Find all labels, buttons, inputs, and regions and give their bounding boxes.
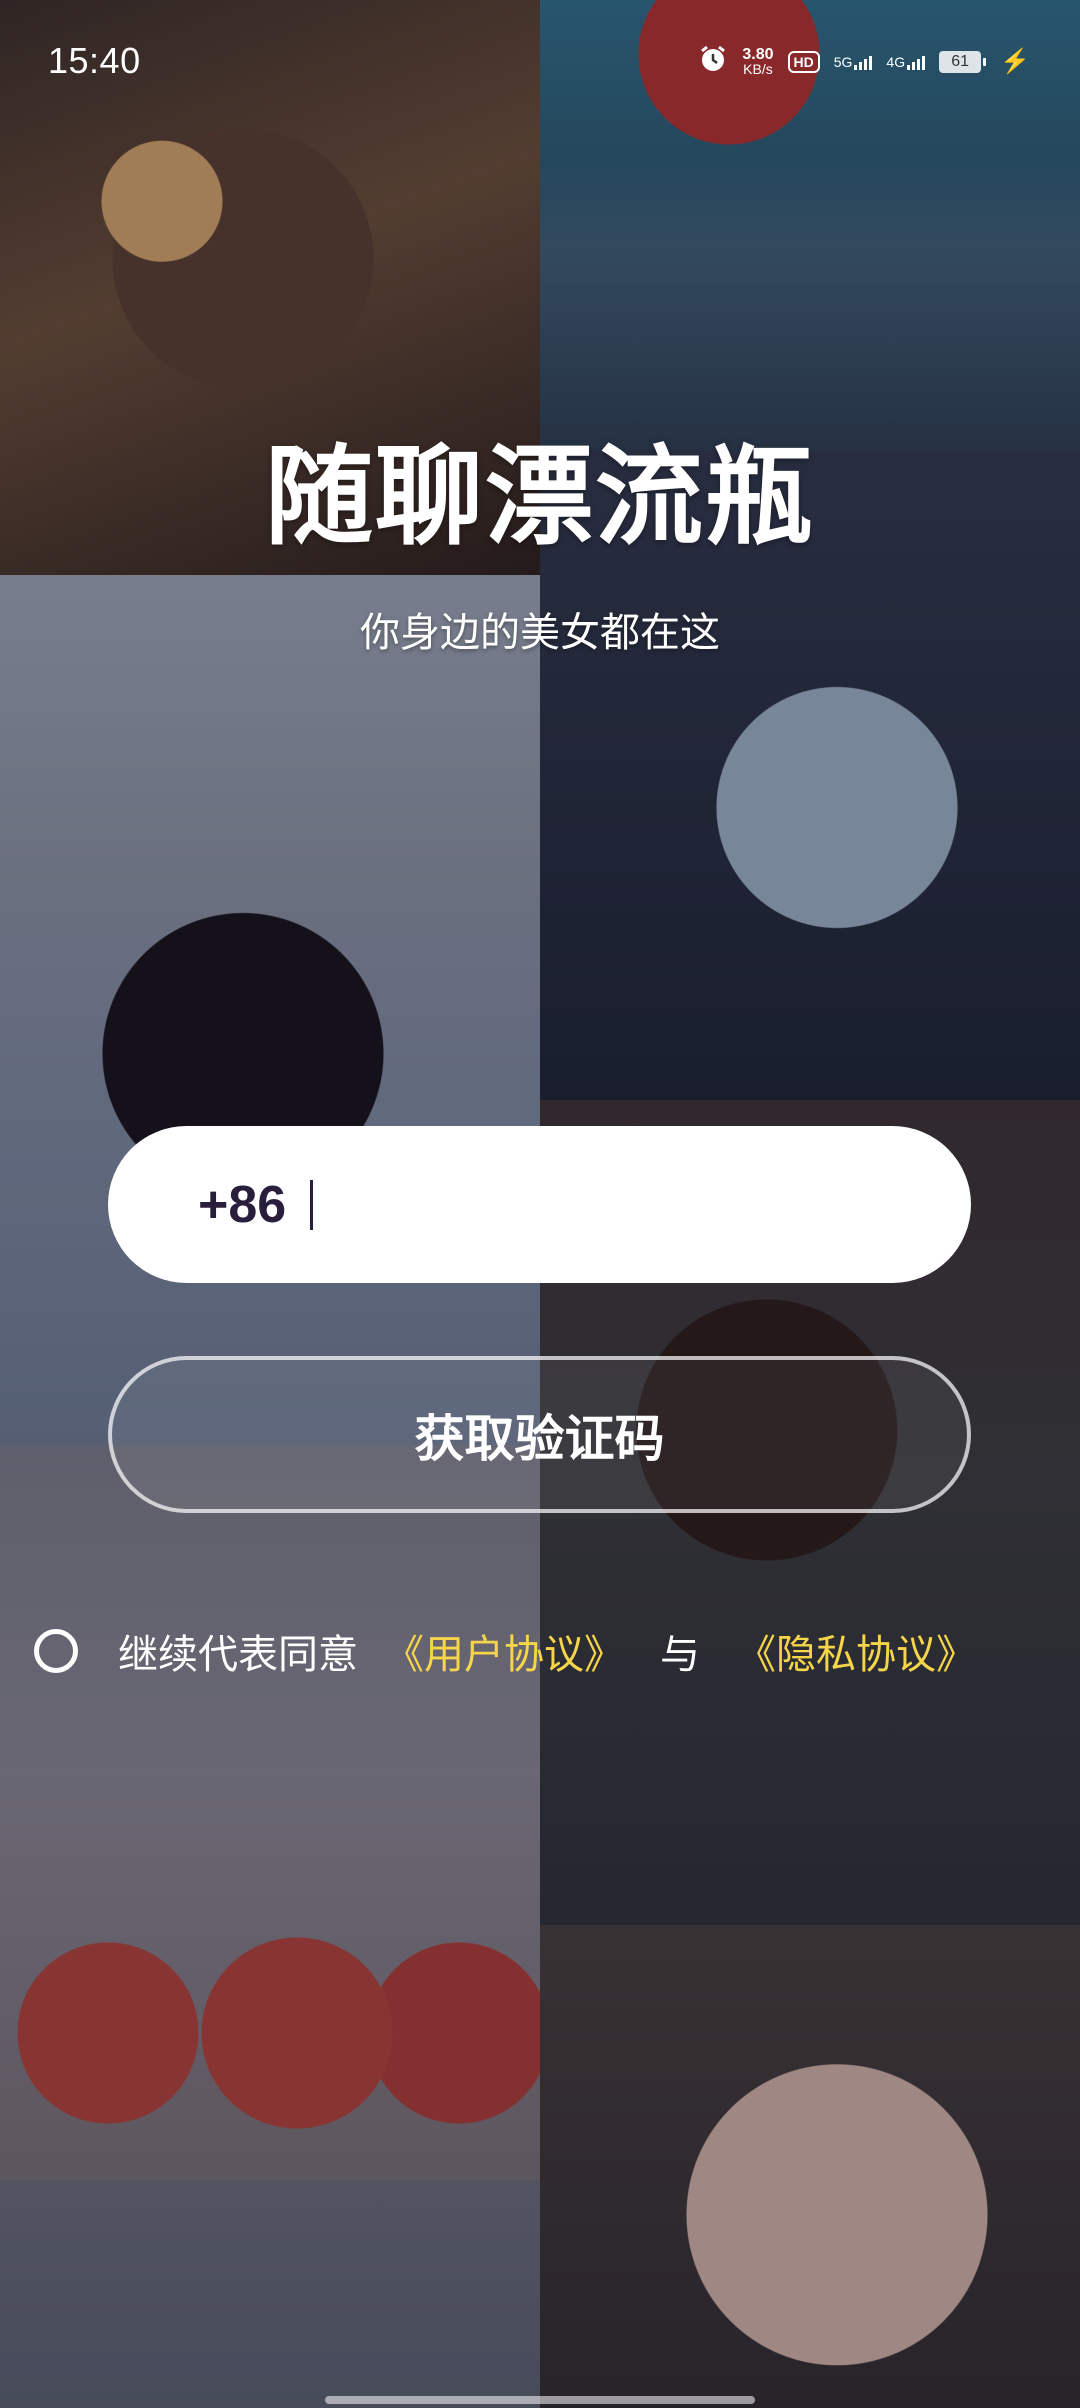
background-photo-8 <box>0 2180 540 2408</box>
privacy-agreement-link[interactable]: 《隐私协议》 <box>736 1622 976 1680</box>
agreement-row: 继续代表同意 《用户协议》 与 《隐私协议》 <box>34 1622 976 1680</box>
charging-icon: ⚡ <box>1000 47 1030 75</box>
hd-icon: HD <box>787 50 820 73</box>
agreement-checkbox[interactable] <box>34 1629 78 1673</box>
home-indicator[interactable] <box>325 2396 755 2404</box>
field-separator <box>310 1179 314 1230</box>
status-icons: 3.80 KB/s HD 5G 4G 61 ⚡ <box>698 44 1030 79</box>
agreement-conjunction: 与 <box>660 1632 700 1678</box>
app-title: 随聊漂流瓶 <box>264 435 815 560</box>
app-subtitle: 你身边的美女都在这 <box>360 610 720 656</box>
phone-number-input[interactable] <box>337 1163 902 1246</box>
signal-sim1: 5G <box>834 54 873 70</box>
network-speed: 3.80 KB/s <box>742 45 774 77</box>
background-photo-3 <box>0 575 540 1445</box>
signal-bars-icon <box>854 54 873 70</box>
status-bar: 15:40 3.80 KB/s HD 5G 4G 61 ⚡ <box>0 0 1080 130</box>
phone-number-field[interactable]: +86 <box>108 1126 971 1283</box>
signal-bars-icon <box>907 54 926 70</box>
background-photo-6 <box>0 1445 540 2180</box>
background-photo-7 <box>540 1925 1080 2408</box>
signal-sim2: 4G <box>886 54 926 70</box>
agreement-prefix: 继续代表同意 <box>118 1632 358 1678</box>
status-time: 15:40 <box>48 40 141 81</box>
alarm-icon <box>698 44 728 79</box>
battery-icon: 61 <box>939 50 987 73</box>
get-verification-code-button[interactable]: 获取验证码 <box>108 1356 971 1513</box>
country-code[interactable]: +86 <box>198 1175 286 1235</box>
user-agreement-link[interactable]: 《用户协议》 <box>384 1622 624 1680</box>
